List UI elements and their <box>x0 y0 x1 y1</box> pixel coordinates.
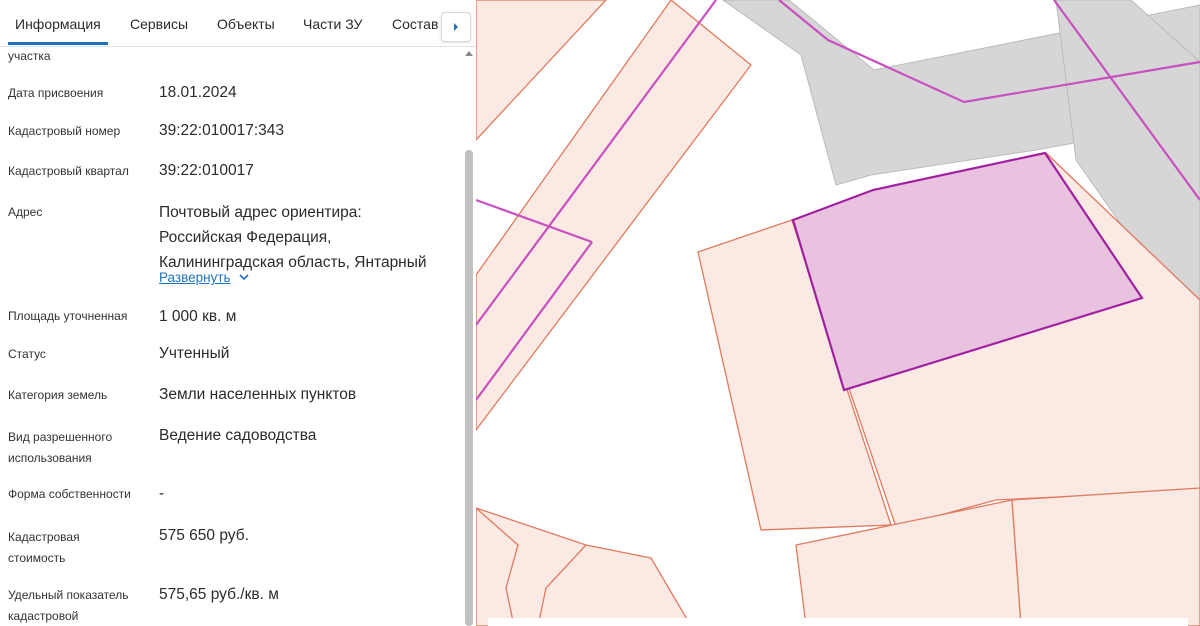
cadastral-cost-label-line: стоимость <box>8 551 66 565</box>
cadastral-quarter-value: 39:22:010017 <box>159 162 254 179</box>
scrollbar-thumb[interactable] <box>465 150 473 626</box>
cut-label: участка <box>8 49 51 63</box>
status-label: Статус <box>8 347 46 361</box>
info-panel: Информация Сервисы Объекты Части ЗУ Сост… <box>0 0 476 626</box>
chevron-right-icon <box>454 23 458 31</box>
address-line: Российская Федерация, <box>159 229 332 246</box>
land-category-label: Категория земель <box>8 388 108 402</box>
tab-services[interactable]: Сервисы <box>130 16 188 32</box>
cadastral-quarter-label: Кадастровый квартал <box>8 164 129 178</box>
permitted-use-label-line: использования <box>8 451 92 465</box>
tab-composition[interactable]: Состав <box>392 16 438 32</box>
area-value: 1 000 кв. м <box>159 308 237 325</box>
cadastral-map[interactable] <box>476 0 1200 626</box>
address-value: Почтовый адрес ориентира: Российская Фед… <box>159 200 454 275</box>
land-category-value: Земли населенных пунктов <box>159 386 357 403</box>
specific-index-label-line: кадастровой <box>8 609 79 623</box>
chevron-down-icon <box>238 274 249 281</box>
info-content: участка Дата присвоения 18.01.2024 Кадас… <box>0 46 462 626</box>
address-label: Адрес <box>8 205 43 219</box>
cadastral-cost-label-line: Кадастровая <box>8 530 80 544</box>
permitted-use-label-line: Вид разрешенного <box>8 430 113 444</box>
area-label: Площадь уточненная <box>8 309 128 323</box>
permitted-use-value: Ведение садоводства <box>159 427 317 444</box>
address-line: Почтовый адрес ориентира: <box>159 204 362 221</box>
status-value: Учтенный <box>159 345 230 362</box>
cadastral-cost-label: Кадастровая стоимость <box>8 527 148 569</box>
cadastral-number-label: Кадастровый номер <box>8 124 121 138</box>
map-view[interactable] <box>476 0 1200 626</box>
specific-index-value: 575,65 руб./кв. м <box>159 586 279 603</box>
specific-index-label: Удельный показатель кадастровой <box>8 585 148 626</box>
expand-address-label: Развернуть <box>159 270 231 285</box>
tabs-scroll-right-button[interactable] <box>441 12 471 42</box>
tab-bar: Информация Сервисы Объекты Части ЗУ Сост… <box>0 0 476 47</box>
specific-index-label-line: Удельный показатель <box>8 588 129 602</box>
cadastral-number-value: 39:22:010017:343 <box>159 122 284 139</box>
tab-objects[interactable]: Объекты <box>217 16 275 32</box>
date-value: 18.01.2024 <box>159 84 237 101</box>
panel-scrollbar[interactable] <box>462 46 476 626</box>
arrow-up-icon[interactable] <box>465 51 473 56</box>
expand-address-link[interactable]: Развернуть <box>159 270 249 285</box>
tab-information[interactable]: Информация <box>15 16 101 32</box>
date-label: Дата присвоения <box>8 86 104 100</box>
active-tab-indicator <box>8 42 108 45</box>
cadastral-cost-value: 575 650 руб. <box>159 527 249 544</box>
ownership-label: Форма собственности <box>8 487 131 501</box>
ownership-value: - <box>159 485 165 502</box>
permitted-use-label: Вид разрешенного использования <box>8 427 148 469</box>
tab-parcel-parts[interactable]: Части ЗУ <box>303 16 362 32</box>
map-parcel[interactable] <box>1011 487 1200 626</box>
